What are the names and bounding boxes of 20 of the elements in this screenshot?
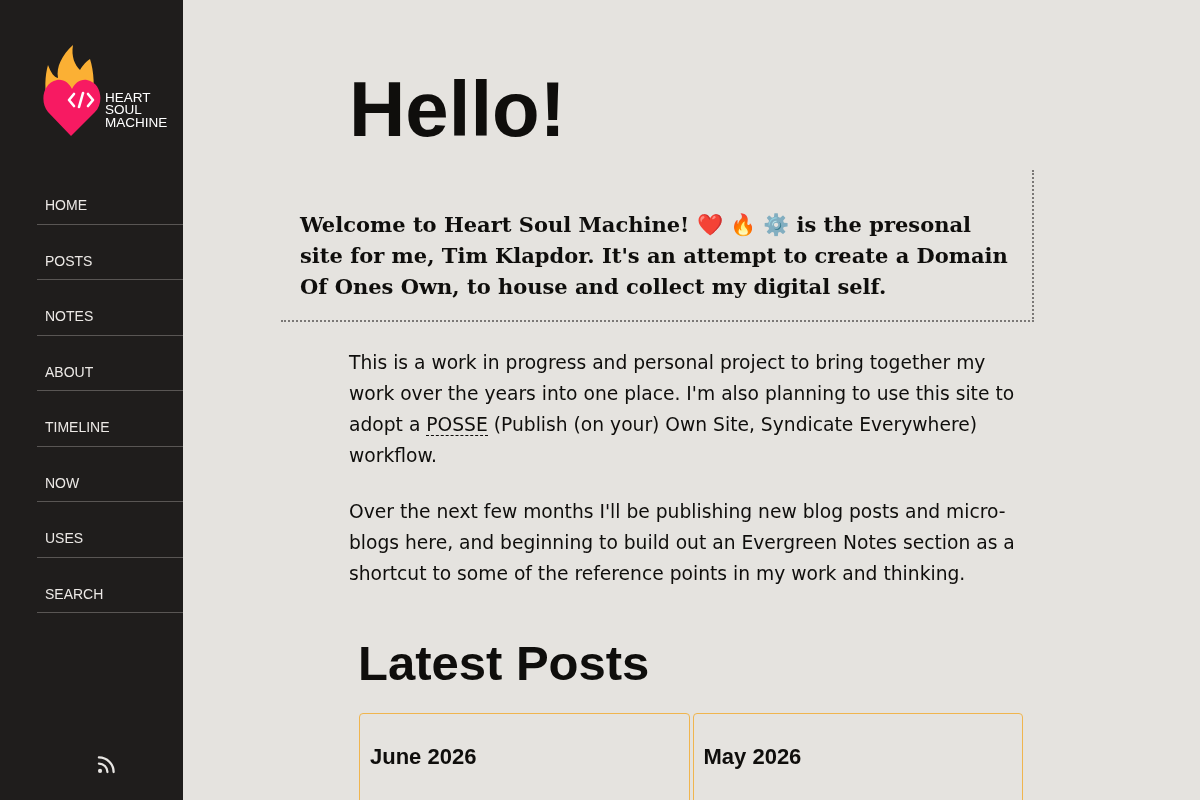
card-heading: June 2026 — [370, 743, 478, 770]
nav-link[interactable]: NOTES — [37, 280, 183, 336]
nav-link[interactable]: NOW — [37, 446, 183, 502]
post-card[interactable]: May 2026 — [692, 713, 1023, 800]
post-card[interactable]: June 2026 — [359, 713, 690, 800]
flaming-heart-logo-icon — [42, 45, 102, 137]
nav-link[interactable]: POSTS — [37, 224, 183, 280]
intro-text: Welcome to Heart Soul Machine! ❤ 🔥 ⚙ is the presonal site for me, Tim Klapdor. It's an attempt to create a Domain Of Ones Own, to house and collect my digital self. — [300, 211, 1009, 301]
rss-icon[interactable] — [97, 755, 116, 774]
card-heading: May 2026 — [703, 743, 803, 770]
nav-link[interactable]: USES — [37, 502, 183, 558]
body-text: Over the next few months I'll be publishing new blog posts and micro-blogs here, and beginning to build out an Evergreen Notes section as a shortcut to some of the reference points in my work and thinking. — [349, 500, 1016, 586]
logo-text: HEART SOUL MACHINE — [105, 92, 168, 129]
nav-link[interactable]: TIMELINE — [37, 391, 183, 447]
page-title: Hello! — [349, 64, 567, 155]
nav-link[interactable]: ABOUT — [37, 335, 183, 391]
section-heading: Latest Posts — [358, 635, 651, 692]
nav-link[interactable]: HOME — [37, 169, 183, 225]
nav-link[interactable]: SEARCH — [37, 557, 183, 613]
body-text: This is a work in progress and personal project to bring together my work over the years into one place. I'm also planning to use this site to adopt a POSSE (Publish (on your) Own Site, Syndicate Everywhere) workflow. — [349, 351, 1016, 468]
